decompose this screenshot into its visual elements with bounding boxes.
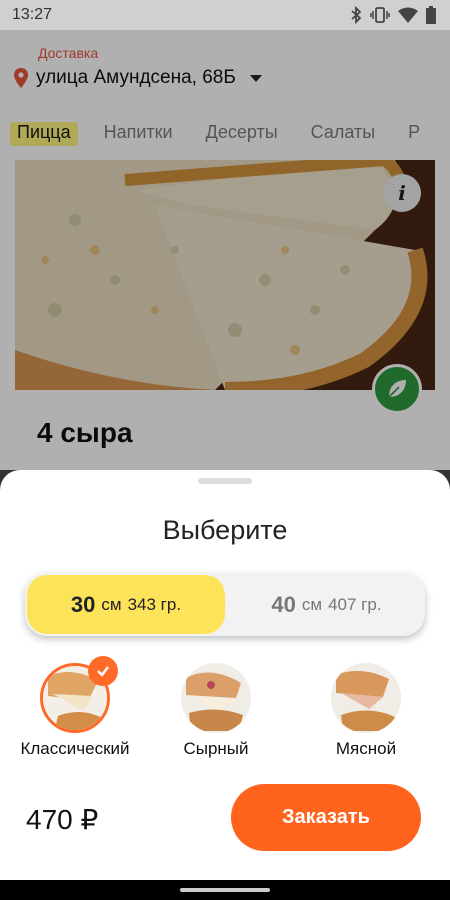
size-option-30[interactable]: 30 см 343 гр. (27, 575, 225, 634)
crust-option-classic[interactable]: Классический (0, 656, 150, 770)
crust-label: Мясной (335, 739, 397, 758)
tab-label: Р (408, 122, 421, 142)
tab-label: Пицца (17, 122, 71, 142)
size-option-40[interactable]: 40 см 407 гр. (230, 575, 423, 634)
size-weight: 407 гр. (328, 594, 382, 614)
battery-icon (426, 6, 436, 24)
wifi-icon (398, 7, 418, 23)
sheet-drag-handle[interactable] (198, 478, 252, 484)
crust-option-meat[interactable]: Мясной (291, 660, 441, 770)
size-number: 40 (271, 591, 296, 617)
size-weight: 343 гр. (127, 594, 182, 614)
tab-label: Напитки (103, 122, 173, 142)
size-unit: см (301, 594, 323, 614)
vibrate-icon (370, 7, 390, 23)
status-icons (350, 6, 436, 24)
status-time: 13:27 (12, 6, 53, 23)
crust-label: Сырный (183, 739, 249, 758)
crust-options: Классический Сырный Мясной (0, 656, 450, 770)
price-text: 470 ₽ (26, 804, 99, 835)
crust-option-cheese[interactable]: Сырный (141, 660, 291, 770)
system-nav-bar (0, 880, 450, 900)
crust-image (331, 663, 401, 733)
check-icon (88, 656, 118, 686)
crust-image (181, 663, 251, 733)
tab-label: Десерты (205, 122, 278, 142)
home-gesture-handle[interactable] (180, 888, 270, 892)
bluetooth-icon (351, 6, 362, 24)
order-button[interactable]: Заказать (231, 784, 421, 851)
options-bottom-sheet: Выберите 30 см 343 гр. 40 см 407 гр. Кла… (0, 470, 450, 880)
tab-label: Салаты (310, 122, 376, 142)
status-bar: 13:27 (0, 0, 450, 30)
crust-label: Классический (20, 739, 130, 758)
sheet-title: Выберите (162, 515, 288, 545)
size-selector: 30 см 343 гр. 40 см 407 гр. (25, 573, 425, 636)
size-number: 30 (70, 591, 96, 617)
size-unit: см (101, 594, 122, 614)
